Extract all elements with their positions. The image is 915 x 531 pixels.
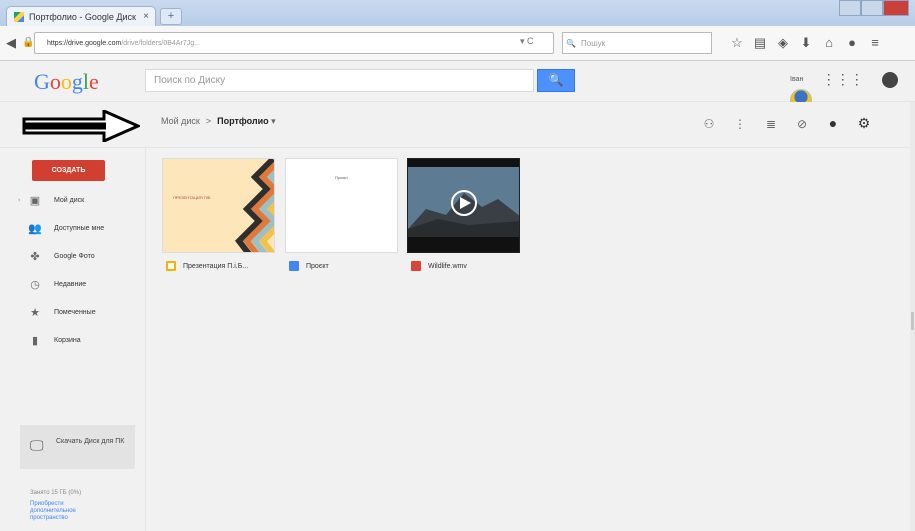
menu-icon[interactable]: ≡: [866, 34, 884, 52]
trash-icon: ▮: [31, 335, 39, 347]
file-name-presentation[interactable]: Презентация П.і.Б...: [166, 260, 248, 274]
window-controls: [839, 0, 909, 16]
url-path: /drive/folders/0B4Ar7Jg...: [121, 40, 200, 47]
breadcrumb: Мой диск > Портфолио ▾: [161, 116, 276, 127]
url-domain: https://drive.google.com: [47, 40, 122, 47]
url-bar[interactable]: https://drive.google.com/drive/folders/0…: [34, 32, 554, 54]
sidebar-item-label: Google Фото: [54, 253, 95, 260]
browser-nav-bar: ◀ 🔒 https://drive.google.com/drive/folde…: [0, 26, 915, 61]
drive-icon: ▣: [29, 195, 41, 207]
sidebar-item-label: Корзина: [54, 337, 81, 344]
user-name[interactable]: Іван: [790, 76, 803, 83]
drive-search-input[interactable]: Поиск по Диску: [145, 69, 534, 92]
drive-favicon-icon: [14, 12, 24, 22]
list-view-icon[interactable]: ≣: [762, 115, 780, 133]
notifications-icon[interactable]: [882, 71, 899, 88]
browser-toolbar-icons: ☆ ▤ ◈ ⬇ ⌂ ● ≡: [728, 34, 913, 52]
more-actions-icon[interactable]: ⋮: [731, 115, 749, 133]
presentation-thumb-title: ПРЕЗЕНТАЦИЯ ПІБ: [173, 195, 211, 200]
sidebar-item-recent[interactable]: ◷ Недавние: [14, 275, 139, 295]
create-button[interactable]: СОЗДАТЬ: [32, 160, 105, 181]
reload-icon[interactable]: ▾ C: [520, 36, 548, 50]
file-thumbnail-presentation[interactable]: ПРЕЗЕНТАЦИЯ ПІБ: [162, 158, 275, 253]
breadcrumb-my-drive[interactable]: Мой диск: [161, 116, 200, 126]
annotation-arrow-icon: [22, 110, 140, 142]
people-icon: 👥: [28, 223, 42, 235]
browser-tab[interactable]: Портфолио - Google Диск ×: [6, 6, 156, 26]
presentation-thumbnail-art: [163, 159, 274, 252]
sidebar-item-label: Недавние: [54, 281, 87, 288]
sidebar-item-shared[interactable]: 👥 Доступные мне: [14, 219, 139, 239]
drive-toolbar: Мой диск > Портфолио ▾ ⚇ ⋮ ≣ ⊘ ● ⚙: [0, 102, 915, 148]
file-thumbnail-video[interactable]: [407, 158, 520, 253]
expand-caret-icon[interactable]: ›: [18, 191, 20, 211]
tab-title: Портфолио - Google Диск: [29, 12, 136, 22]
window-close-button[interactable]: [883, 0, 909, 16]
sidebar-item-label: Мой диск: [54, 197, 85, 204]
search-button[interactable]: 🔍: [537, 69, 575, 92]
tab-close-button[interactable]: ×: [143, 7, 149, 27]
bookmark-star-icon[interactable]: ☆: [728, 34, 746, 52]
folder-menu-caret-icon[interactable]: ▾: [271, 116, 276, 126]
google-logo[interactable]: Google: [34, 69, 99, 95]
browser-tab-bar: Портфолио - Google Диск × +: [0, 0, 915, 26]
file-name-document[interactable]: Проєкт: [289, 260, 329, 274]
sidebar-item-label: Доступные мне: [54, 225, 105, 232]
sidebar: СОЗДАТЬ › ▣ Мой диск 👥 Доступные мне ✤ G…: [0, 148, 146, 531]
header-right: Іван ⋮⋮⋮: [790, 71, 915, 111]
photos-icon: ✤: [30, 251, 40, 263]
lock-icon: 🔒: [22, 37, 35, 48]
breadcrumb-separator: >: [205, 116, 212, 126]
video-thumbnail-art: [408, 159, 519, 252]
buy-storage-link[interactable]: Приобрести дополнительное пространство: [30, 501, 100, 522]
home-icon[interactable]: ⌂: [820, 34, 838, 52]
sidebar-item-trash[interactable]: ▮ Корзина: [14, 331, 139, 351]
main-scrollbar[interactable]: [910, 102, 915, 531]
maximize-button[interactable]: [861, 0, 883, 16]
drive-header: Google Поиск по Диску 🔍 Іван ⋮⋮⋮: [0, 61, 915, 111]
storage-quota: Занято 15 ГБ (0%): [30, 490, 82, 496]
document-thumb-title: Проєкт: [335, 175, 348, 180]
new-tab-button[interactable]: +: [160, 8, 182, 25]
back-arrow-icon[interactable]: ◀: [6, 35, 16, 51]
download-drive-button[interactable]: 🖵 Скачать Диск для ПК: [20, 425, 135, 469]
sidebar-item-starred[interactable]: ★ Помеченные: [14, 303, 139, 323]
minimize-button[interactable]: [839, 0, 861, 16]
browser-search-input[interactable]: Пошук: [562, 32, 712, 55]
download-drive-label: Скачать Диск для ПК: [56, 438, 125, 445]
settings-gear-icon[interactable]: ⚙: [855, 114, 873, 132]
docs-icon: [289, 261, 299, 272]
share-folder-icon[interactable]: ⚇: [700, 115, 718, 133]
pocket-icon[interactable]: ◈: [774, 34, 792, 52]
sidebar-item-photos[interactable]: ✤ Google Фото: [14, 247, 139, 267]
sidebar-item-label: Помеченные: [54, 309, 96, 316]
star-icon: ★: [30, 307, 40, 319]
file-thumbnail-document[interactable]: Проєкт: [285, 158, 398, 253]
sort-icon[interactable]: ⊘: [793, 115, 811, 133]
addon-icon[interactable]: ●: [843, 34, 861, 52]
computer-icon: 🖵: [30, 437, 44, 453]
breadcrumb-current-folder[interactable]: Портфолио: [217, 116, 269, 126]
toolbar-actions: ⚇ ⋮ ≣ ⊘ ● ⚙: [700, 114, 886, 134]
info-icon[interactable]: ●: [824, 114, 842, 132]
sidebar-item-my-drive[interactable]: › ▣ Мой диск: [14, 191, 139, 211]
library-icon[interactable]: ▤: [751, 34, 769, 52]
clock-icon: ◷: [30, 279, 40, 291]
video-file-icon: [411, 261, 421, 272]
download-icon[interactable]: ⬇: [797, 34, 815, 52]
file-name-video[interactable]: Wildlife.wmv: [411, 260, 467, 274]
apps-grid-icon[interactable]: ⋮⋮⋮: [822, 71, 864, 88]
slides-icon: [166, 261, 176, 272]
